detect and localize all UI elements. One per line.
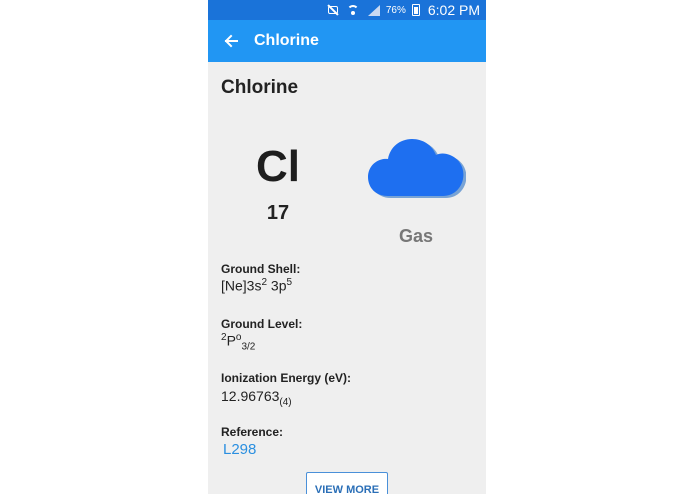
state-label: Gas <box>398 226 434 246</box>
reference-link[interactable]: L298 <box>223 441 256 458</box>
cloud-icon <box>368 139 466 198</box>
back-button[interactable] <box>208 20 254 62</box>
signal-icon <box>366 4 380 16</box>
ground-level-label: Ground Level: <box>221 317 303 331</box>
ionization-energy-label: Ionization Energy (eV): <box>221 371 352 385</box>
battery-percent: 76% <box>385 4 406 16</box>
reference-label: Reference: <box>221 425 284 439</box>
ground-shell-label: Ground Shell: <box>221 262 301 276</box>
app-bar: Chlorine <box>208 20 486 62</box>
battery-icon <box>411 4 420 16</box>
ionization-energy-value: 12.96763(4) <box>221 388 292 408</box>
element-name: Chlorine <box>221 77 299 98</box>
ground-level-value: 2Po3/2 <box>221 332 256 353</box>
phone-screen: 76% 6:02 PM Chlorine Chlorine Cl 17 Gas … <box>208 0 486 494</box>
wifi-icon <box>346 4 360 16</box>
ground-shell-value: [Ne]3s2 3p5 <box>221 277 293 294</box>
view-more-button[interactable]: VIEW MORE <box>306 472 388 494</box>
app-bar-title: Chlorine <box>254 32 319 49</box>
arrow-left-icon <box>224 34 238 48</box>
element-symbol: Cl <box>256 142 300 191</box>
element-detail: Chlorine Cl 17 Gas Ground Shell: [Ne]3s2… <box>208 62 486 494</box>
atomic-number: 17 <box>266 202 290 224</box>
mute-icon <box>326 4 340 16</box>
status-time: 6:02 PM <box>427 2 480 18</box>
status-bar: 76% 6:02 PM <box>208 0 486 20</box>
